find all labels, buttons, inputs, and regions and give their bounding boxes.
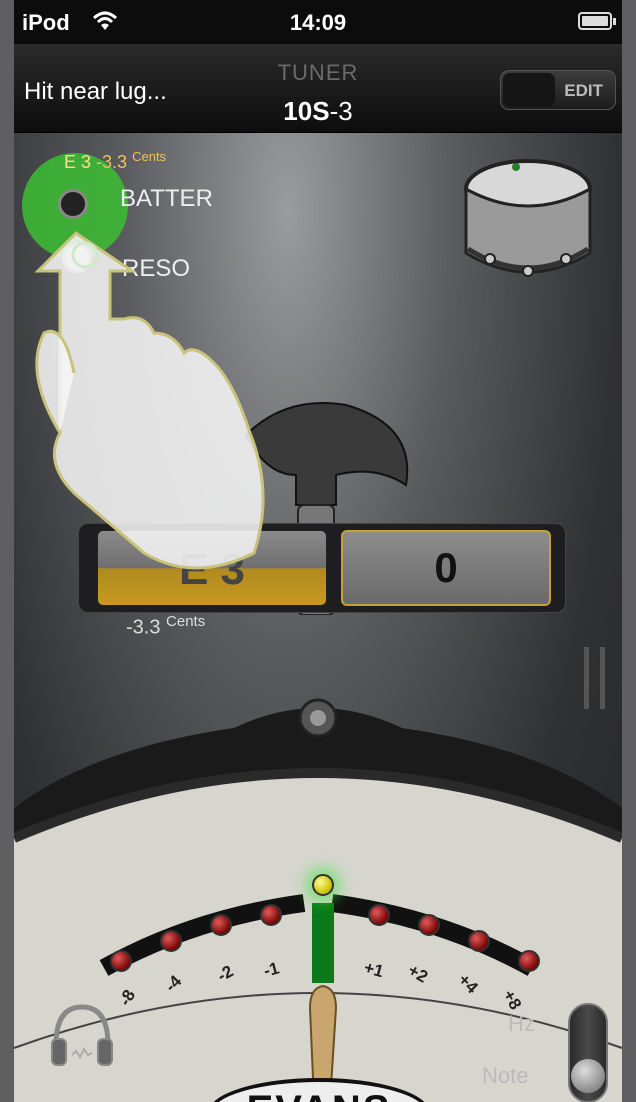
cents-readout: -3.3 Cents [126,613,205,640]
lug-display[interactable]: 0 [341,530,551,606]
led-plus-1 [368,904,390,926]
head-readout: E 3 -3.3 Cents [64,149,166,173]
hz-label[interactable]: Hz [508,1011,535,1037]
cents-unit: Cents [166,613,206,630]
battery-icon [578,12,616,30]
edit-label: EDIT [564,81,603,100]
head-cents-unit: Cents [132,149,167,164]
nav-bar: Hit near lug... TUNER 10S-3 EDIT [14,46,622,133]
led-plus-4 [468,930,490,952]
headphones-icon[interactable] [46,999,118,1071]
led-minus-8 [110,950,132,972]
switch-knob [571,1059,605,1093]
reso-label[interactable]: RESO [122,255,190,283]
head-cents-value: -3.3 [96,152,128,172]
drum-icon[interactable] [450,157,600,307]
preset-suffix: -3 [329,96,353,126]
preset-bold: 10S [283,96,330,126]
head-note: E 3 [64,152,92,172]
note-display: E 3 [97,530,327,606]
device-screen: iPod 14:09 Hit near lug... TUNER 10S-3 E… [14,0,622,1102]
batter-label[interactable]: BATTER [120,185,213,213]
led-minus-4 [160,930,182,952]
led-minus-1 [260,904,282,926]
tuner-main: E 3 -3.3 Cents BATTER RESO E 3 0 -3.3 Ce… [14,133,622,1102]
brand-name: EVANS [212,1088,426,1102]
batter-radio[interactable] [58,189,88,219]
edit-toggle-knob [503,73,555,107]
tuner-readout: E 3 0 [78,523,566,613]
edit-toggle-button[interactable]: EDIT [500,70,616,110]
hz-note-switch[interactable] [568,1003,608,1102]
note-label[interactable]: Note [482,1063,528,1089]
led-minus-2 [210,914,232,936]
lug-value: 0 [434,544,458,591]
reso-radio[interactable] [62,243,92,273]
led-plus-8 [518,950,540,972]
cents-value: -3.3 [126,616,161,639]
status-time: 14:09 [289,10,347,35]
note-value: E 3 [178,545,246,594]
led-in-tune [312,874,334,896]
status-bar: iPod 14:09 [14,0,622,44]
led-plus-2 [418,914,440,936]
